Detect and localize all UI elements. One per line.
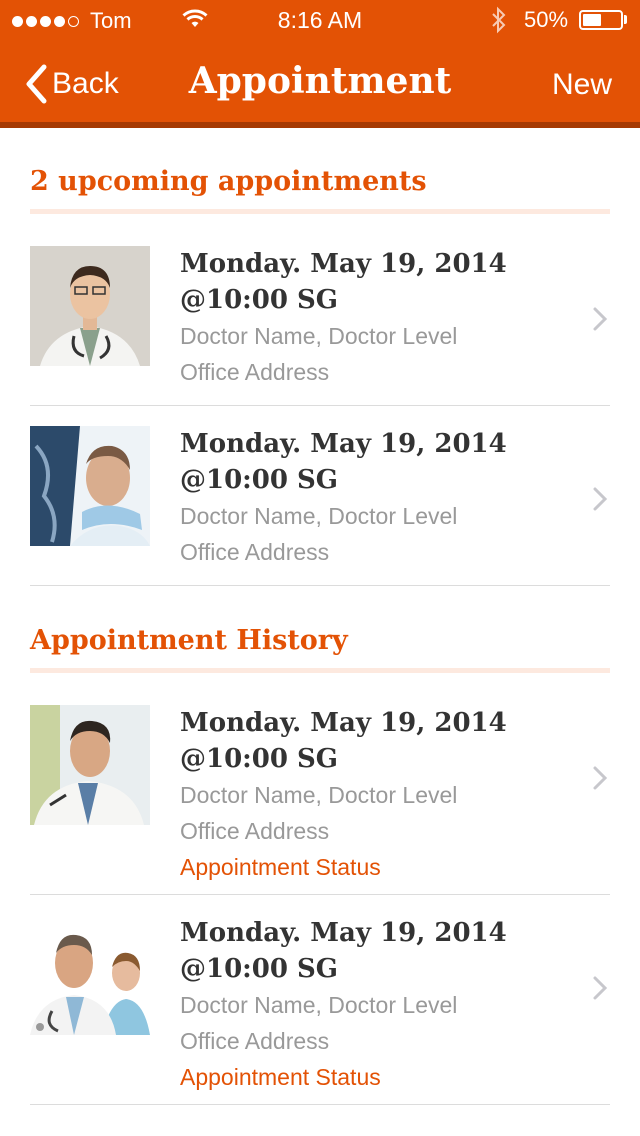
- chevron-right-icon: [593, 487, 608, 511]
- status-bar: Tom 8:16 AM 50%: [0, 0, 640, 40]
- battery-icon: [579, 10, 623, 30]
- battery-tip: [624, 15, 627, 24]
- office-address: Office Address: [180, 1028, 330, 1054]
- new-appointment-button[interactable]: New: [552, 68, 612, 102]
- doctor-photo: [30, 915, 150, 1035]
- appointment-date: Monday. May 19, 2014: [180, 708, 507, 738]
- doctor-name: Doctor Name, Doctor Level: [180, 503, 458, 529]
- history-section-title: Appointment History: [30, 625, 610, 673]
- appointment-info: Monday. May 19, 2014 @10:00 SG Doctor Na…: [180, 915, 580, 1095]
- appointment-status: Appointment Status: [180, 854, 381, 880]
- doctor-photo: [30, 705, 150, 825]
- doctor-name: Doctor Name, Doctor Level: [180, 782, 458, 808]
- chevron-right-icon: [593, 766, 608, 790]
- appointment-info: Monday. May 19, 2014 @10:00 SG Doctor Na…: [180, 426, 580, 570]
- appointment-date: Monday. May 19, 2014: [180, 249, 507, 279]
- chevron-right-icon: [593, 307, 608, 331]
- page-title: Appointment: [188, 60, 452, 102]
- appointment-info: Monday. May 19, 2014 @10:00 SG Doctor Na…: [180, 705, 580, 885]
- appointment-row[interactable]: Monday. May 19, 2014 @10:00 SG Doctor Na…: [30, 915, 610, 1105]
- navigation-bar: Back Appointment New: [0, 40, 640, 128]
- appointment-info: Monday. May 19, 2014 @10:00 SG Doctor Na…: [180, 246, 580, 390]
- doctor-photo: [30, 426, 150, 546]
- appointment-row[interactable]: Monday. May 19, 2014 @10:00 SG Doctor Na…: [30, 705, 610, 895]
- doctor-photo: [30, 246, 150, 366]
- office-address: Office Address: [180, 359, 330, 385]
- appointment-row[interactable]: Monday. May 19, 2014 @10:00 SG Doctor Na…: [30, 426, 610, 586]
- upcoming-section-title: 2 upcoming appointments: [30, 166, 610, 214]
- doctor-name: Doctor Name, Doctor Level: [180, 323, 458, 349]
- battery-percentage: 50%: [524, 7, 569, 32]
- appointment-row[interactable]: Monday. May 19, 2014 @10:00 SG Doctor Na…: [30, 246, 610, 406]
- appointment-date: Monday. May 19, 2014: [180, 429, 507, 459]
- office-address: Office Address: [180, 818, 330, 844]
- appointment-time: @10:00 SG: [180, 744, 338, 774]
- appointment-time: @10:00 SG: [180, 285, 338, 315]
- appointment-status: Appointment Status: [180, 1064, 381, 1090]
- appointment-time: @10:00 SG: [180, 954, 338, 984]
- doctor-name: Doctor Name, Doctor Level: [180, 992, 458, 1018]
- appointment-time: @10:00 SG: [180, 465, 338, 495]
- appointment-date: Monday. May 19, 2014: [180, 918, 507, 948]
- bluetooth-icon: [492, 6, 506, 34]
- office-address: Office Address: [180, 539, 330, 565]
- chevron-right-icon: [593, 976, 608, 1000]
